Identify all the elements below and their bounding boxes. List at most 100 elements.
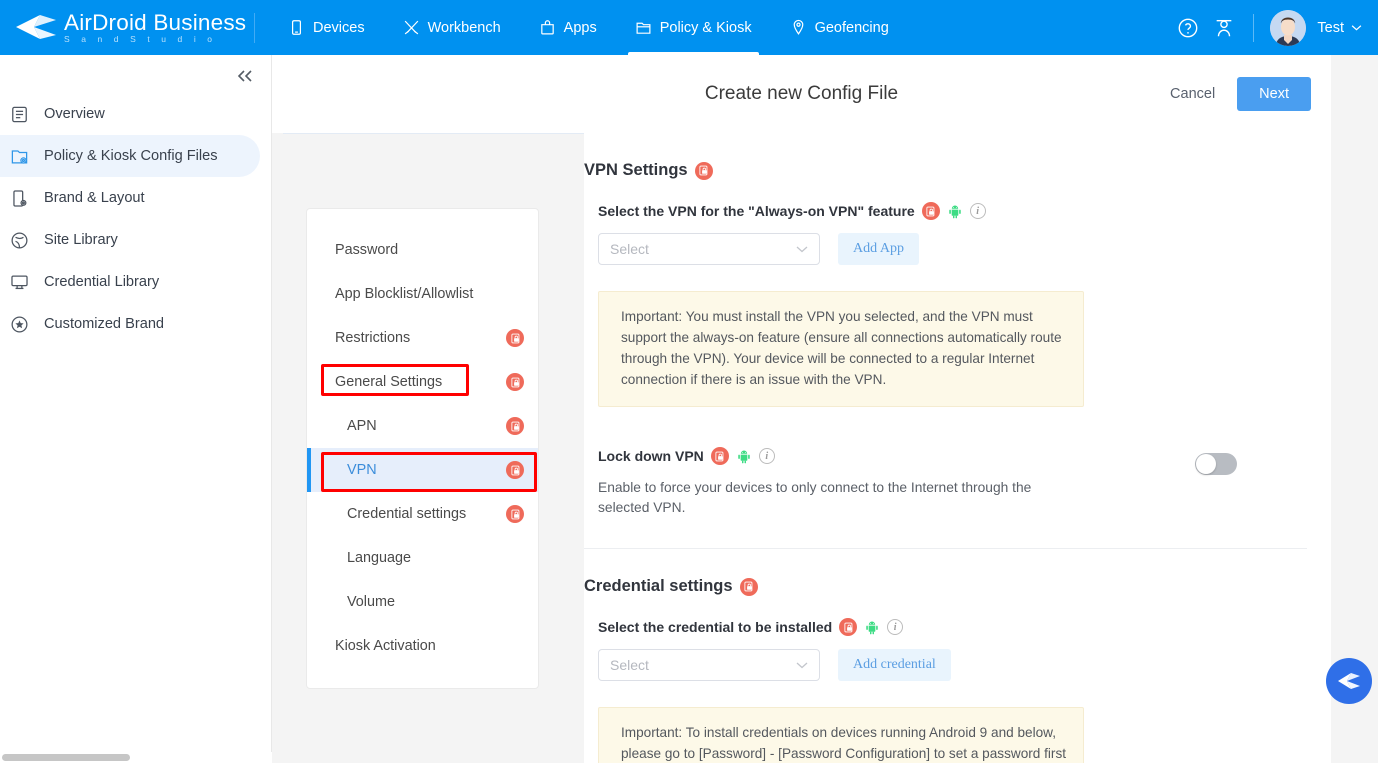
chevron-down-icon [796, 662, 808, 669]
chevron-down-icon [796, 246, 808, 253]
sidebar-item-label: Credential Library [44, 274, 160, 290]
nav-label: Workbench [427, 19, 501, 36]
nav-item-workbench[interactable]: Workbench [384, 0, 520, 55]
sidebar-item-label: Site Library [44, 232, 118, 248]
section-divider [584, 548, 1307, 549]
phone-gear-icon [10, 189, 29, 208]
submenu-item-kiosk-activation[interactable]: Kiosk Activation [307, 624, 538, 668]
submenu-item-label: Volume [347, 594, 395, 610]
help-circle-icon[interactable] [1177, 17, 1199, 39]
top-navigation-bar: AirDroid Business S a n d S t u d i o De… [0, 0, 1378, 55]
nav-divider [254, 12, 255, 43]
sidebar-collapse-button[interactable] [233, 64, 257, 88]
submenu-item-general-settings[interactable]: General Settings [307, 360, 538, 404]
submenu-item-app-blocklist-allowlist[interactable]: App Blocklist/Allowlist [307, 272, 538, 316]
star-circle-icon [10, 315, 29, 334]
submenu-item-restrictions[interactable]: Restrictions [307, 316, 538, 360]
submenu-item-volume[interactable]: Volume [307, 580, 538, 624]
brand-subtitle: S a n d S t u d i o [64, 34, 217, 44]
submenu-item-label: Restrictions [335, 330, 411, 346]
sidebar-item-site-library[interactable]: Site Library [0, 219, 260, 261]
avatar-image [1270, 9, 1307, 46]
bag-icon [540, 20, 554, 35]
submenu-item-label: Password [335, 242, 399, 258]
sidebar-item-label: Brand & Layout [44, 190, 145, 206]
brand-logo[interactable]: AirDroid Business S a n d S t u d i o [0, 11, 252, 44]
info-circle-icon[interactable]: i [758, 448, 775, 464]
header-actions: Cancel Next [1170, 77, 1331, 111]
nav-item-devices[interactable]: Devices [269, 0, 384, 55]
vpn-select-label: Select the VPN for the "Always-on VPN" f… [598, 202, 1331, 220]
device-lock-badge-icon [710, 447, 729, 465]
submenu-item-label: Credential settings [347, 506, 467, 522]
nav-item-apps[interactable]: Apps [520, 0, 616, 55]
android-robot-icon [738, 450, 750, 464]
info-circle-icon[interactable]: i [887, 619, 904, 635]
submenu-item-label: Language [347, 550, 412, 566]
nav-item-policy-kiosk[interactable]: Policy & Kiosk [616, 0, 771, 55]
device-lock-badge-icon [506, 373, 524, 391]
credential-settings-heading: Credential settings [584, 577, 1331, 596]
globe-icon [10, 231, 29, 250]
next-button[interactable]: Next [1237, 77, 1311, 111]
android-robot-icon [948, 205, 961, 219]
nav-item-geofencing[interactable]: Geofencing [771, 0, 908, 55]
map-pin-icon [793, 19, 803, 35]
sidebar-item-customized-brand[interactable]: Customized Brand [0, 303, 260, 345]
device-lock-badge-icon [694, 161, 713, 180]
list-document-icon [10, 105, 29, 124]
phone-icon [292, 20, 301, 35]
submenu-item-language[interactable]: Language [307, 536, 538, 580]
credential-important-notice: Important: To install credentials on dev… [598, 707, 1084, 763]
tools-icon [404, 20, 418, 35]
sidebar-horizontal-scrollbar[interactable] [0, 752, 272, 763]
device-lock-badge-icon [921, 202, 940, 220]
submenu-item-label: Kiosk Activation [335, 638, 436, 654]
sidebar-item-policy-kiosk-config-files[interactable]: Policy & Kiosk Config Files [0, 135, 260, 177]
submenu-item-apn[interactable]: APN [307, 404, 538, 448]
add-app-button[interactable]: Add App [838, 233, 919, 265]
sidebar-item-label: Overview [44, 106, 105, 122]
add-credential-button[interactable]: Add credential [838, 649, 951, 681]
field-label-text: Select the credential to be installed [598, 619, 833, 635]
feedback-fab-button[interactable] [1326, 658, 1372, 704]
sidebar-item-brand-layout[interactable]: Brand & Layout [0, 177, 260, 219]
field-label-text: Lock down VPN [598, 448, 704, 464]
credential-select-input[interactable]: Select [598, 649, 820, 681]
sidebar-item-credential-library[interactable]: Credential Library [0, 261, 260, 303]
submenu-item-vpn[interactable]: VPN [307, 448, 538, 492]
right-gutter [1331, 55, 1378, 763]
device-lock-badge-icon [839, 618, 858, 636]
credential-select-row: Select Add credential [598, 649, 1331, 681]
device-lock-badge-icon [506, 505, 524, 523]
user-badge-icon[interactable] [1213, 17, 1235, 39]
submenu-item-password[interactable]: Password [307, 228, 538, 272]
submenu-item-label: General Settings [335, 374, 443, 390]
vpn-select-input[interactable]: Select [598, 233, 820, 265]
config-section-menu: Password App Blocklist/Allowlist Restric… [306, 208, 539, 689]
submenu-item-label: VPN [347, 462, 377, 478]
nav-label: Devices [313, 19, 365, 36]
settings-panel: VPN Settings Select the VPN for the "Alw… [584, 133, 1331, 763]
submenu-item-label: APN [347, 418, 377, 434]
field-label-text: Select the VPN for the "Always-on VPN" f… [598, 203, 915, 219]
config-body: Password App Blocklist/Allowlist Restric… [272, 133, 1378, 763]
paper-plane-icon [1338, 673, 1360, 689]
nav-label: Apps [563, 19, 597, 36]
avatar[interactable] [1270, 9, 1307, 46]
cancel-button[interactable]: Cancel [1170, 86, 1215, 102]
toggle-knob [1196, 454, 1216, 474]
section-title-text: Credential settings [584, 577, 733, 595]
lockdown-vpn-toggle[interactable] [1195, 453, 1237, 475]
info-circle-icon[interactable]: i [969, 203, 986, 219]
vpn-select-row: Select Add App [598, 233, 1331, 265]
sidebar-item-overview[interactable]: Overview [0, 93, 260, 135]
chevron-down-icon[interactable] [1351, 24, 1362, 31]
lockdown-vpn-row: Lock down VPN i Enable to force your dev… [584, 447, 1331, 518]
scrollbar-thumb[interactable] [2, 754, 130, 761]
credential-select-label: Select the credential to be installed i [598, 618, 1331, 636]
monitor-icon [10, 273, 29, 292]
nav-label: Geofencing [814, 19, 889, 36]
submenu-item-credential-settings[interactable]: Credential settings [307, 492, 538, 536]
top-right-divider [1253, 13, 1255, 42]
